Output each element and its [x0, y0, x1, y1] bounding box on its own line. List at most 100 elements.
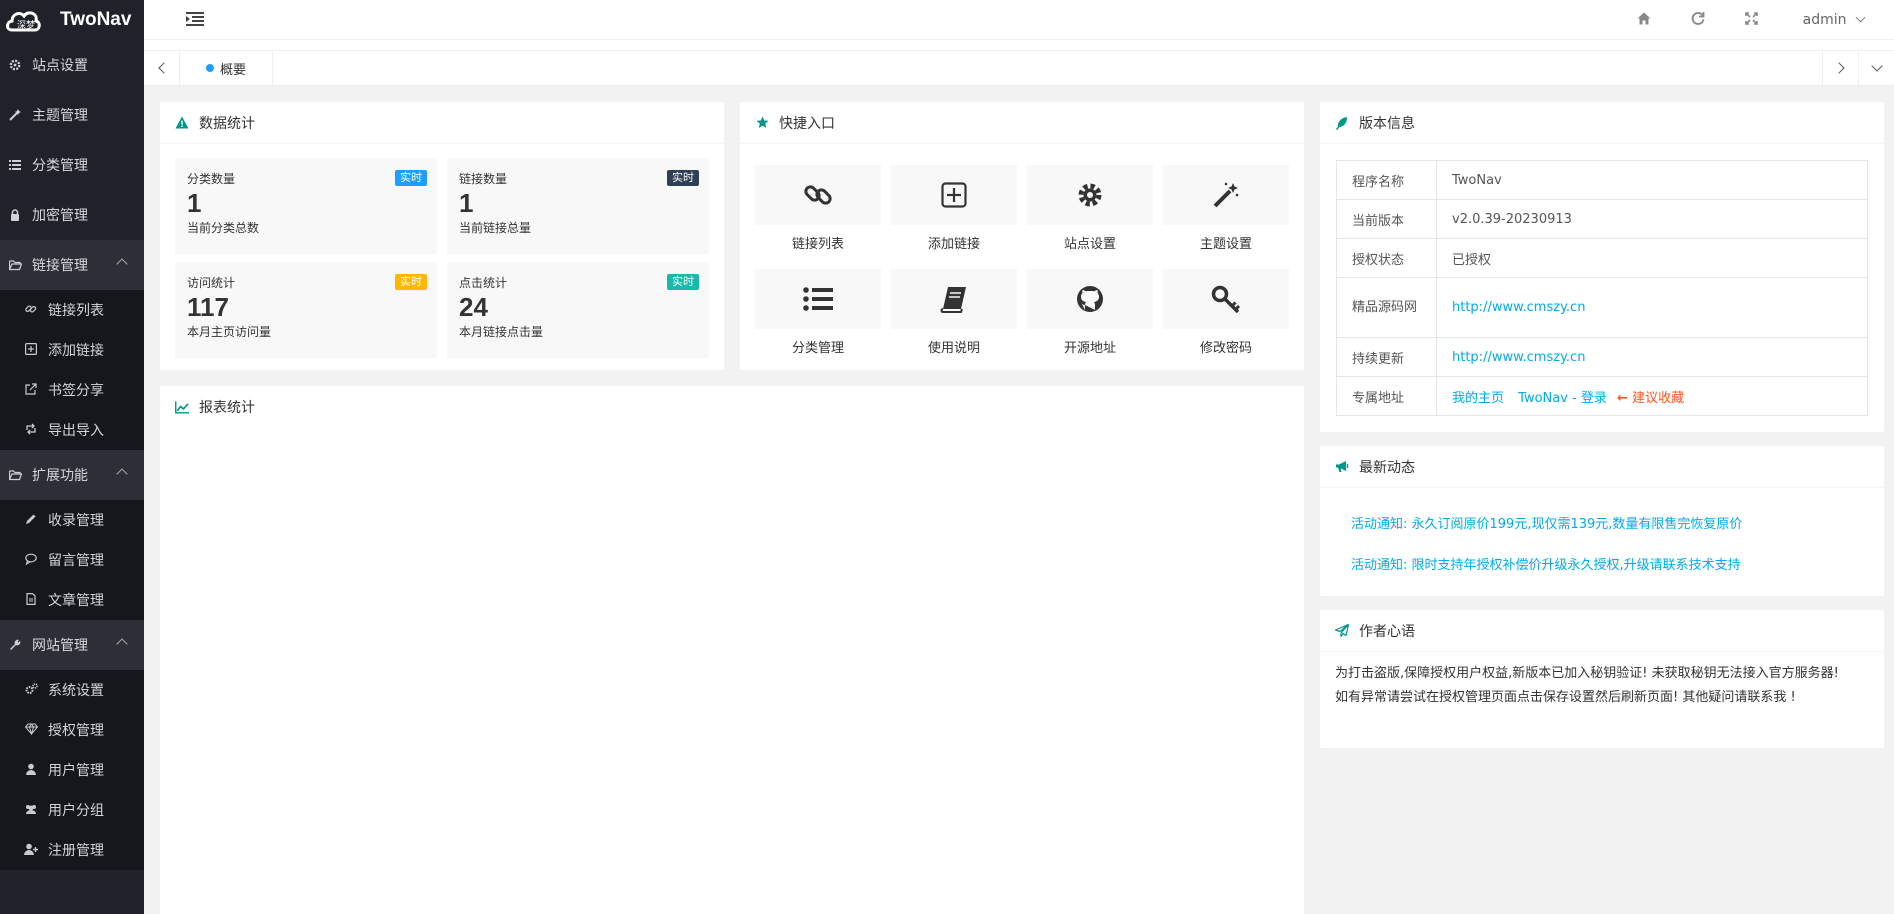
login-link[interactable]: TwoNav - 登录	[1518, 391, 1607, 406]
link-icon	[804, 185, 832, 205]
author-line: 如有异常请尝试在授权管理页面点击保存设置然后刷新页面! 其他疑问请联系我 !	[1335, 690, 1796, 705]
sidebar-item-link-list[interactable]: 链接列表	[0, 290, 144, 330]
link-icon	[24, 303, 38, 318]
sidebar-item-label: 用户管理	[48, 763, 104, 779]
magic-wand-icon	[1213, 182, 1239, 208]
main-content: 数据统计 分类数量 实时 1 当前分类总数 链接数量 实时 1 当前链接总量 访…	[144, 86, 1894, 914]
sidebar-item-category[interactable]: 分类管理	[0, 140, 144, 190]
stat-subtitle: 本月链接点击量	[459, 325, 544, 339]
sidebar-item-label: 系统设置	[48, 683, 104, 699]
sidebar-item-label: 添加链接	[48, 343, 104, 359]
shortcut-label: 站点设置	[1063, 237, 1116, 252]
sidebar-item-encryption[interactable]: 加密管理	[0, 190, 144, 240]
table-row: 当前版本 v2.0.39-20230913	[1336, 199, 1868, 239]
row-value: 已授权	[1436, 238, 1868, 278]
stat-link-count: 链接数量 实时 1 当前链接总量	[447, 158, 709, 254]
card-title: 作者心语	[1359, 623, 1415, 640]
list-icon	[803, 287, 833, 311]
github-icon	[1077, 286, 1103, 312]
sidebar-item-site-settings[interactable]: 站点设置	[0, 40, 144, 90]
tab-overview[interactable]: 概要	[180, 51, 274, 85]
magic-wand-icon	[8, 108, 22, 122]
realtime-badge: 实时	[667, 274, 699, 290]
shortcut-tile	[1027, 269, 1153, 329]
sidebar-item-label: 注册管理	[48, 843, 104, 859]
pencil-icon	[24, 513, 38, 528]
sidebar-item-label: 分类管理	[32, 158, 88, 174]
tabs-prev-button[interactable]	[144, 51, 180, 85]
sidebar-item-license[interactable]: 授权管理	[0, 710, 144, 750]
shortcut-tile	[1163, 165, 1289, 225]
stat-value: 24	[459, 292, 488, 322]
sidebar-item-site-management[interactable]: 网站管理	[0, 620, 144, 670]
shortcut-change-password[interactable]: 修改密码	[1163, 269, 1289, 356]
sidebar-item-label: 网站管理	[32, 638, 88, 654]
diamond-icon	[24, 722, 38, 738]
table-row: 精品源码网 http://www.cmszy.cn	[1336, 277, 1868, 338]
author-message: 为打击盗版,保障授权用户权益,新版本已加入秘钥验证! 未获取秘钥无法接入官方服务…	[1335, 662, 1863, 710]
shortcut-label: 分类管理	[791, 341, 844, 356]
shortcut-theme-settings[interactable]: 主题设置	[1163, 165, 1289, 252]
fullscreen-icon[interactable]	[1725, 11, 1779, 29]
sidebar-item-collect[interactable]: 收录管理	[0, 500, 144, 540]
sidebar-item-system-settings[interactable]: 系统设置	[0, 670, 144, 710]
folder-open-icon	[8, 468, 22, 482]
shortcut-link-list[interactable]: 链接列表	[755, 165, 881, 252]
sidebar-item-articles[interactable]: 文章管理	[0, 580, 144, 620]
table-row: 授权状态 已授权	[1336, 238, 1868, 278]
table-row: 专属地址 我的主页 TwoNav - 登录 ← 建议收藏	[1336, 376, 1868, 416]
shortcut-label: 修改密码	[1199, 341, 1252, 356]
home-icon[interactable]	[1617, 12, 1671, 29]
sidebar-item-registration[interactable]: 注册管理	[0, 830, 144, 870]
stat-value: 1	[459, 188, 474, 218]
chevron-right-icon	[1832, 62, 1845, 74]
sidebar-item-users[interactable]: 用户管理	[0, 750, 144, 790]
sidebar-item-messages[interactable]: 留言管理	[0, 540, 144, 580]
news-card: 最新动态 活动通知: 永久订阅原价199元,现仅需139元,数量有限售完恢复原价…	[1320, 446, 1884, 596]
source-site-link[interactable]: http://www.cmszy.cn	[1452, 300, 1585, 315]
sidebar-item-add-link[interactable]: 添加链接	[0, 330, 144, 370]
sidebar-submenu-site: 系统设置 授权管理 用户管理 用户分组 注册管理	[0, 670, 144, 870]
shortcut-github[interactable]: 开源地址	[1027, 269, 1153, 356]
realtime-badge: 实时	[395, 170, 427, 186]
sidebar-item-bookmark-share[interactable]: 书签分享	[0, 370, 144, 410]
sidebar-item-links[interactable]: 链接管理	[0, 240, 144, 290]
page-tabs: 概要	[144, 50, 1894, 86]
card-title: 版本信息	[1359, 115, 1415, 132]
shortcut-site-settings[interactable]: 站点设置	[1027, 165, 1153, 252]
sidebar-item-label: 链接管理	[32, 258, 88, 274]
leaf-icon	[1335, 116, 1349, 130]
sidebar-item-extensions[interactable]: 扩展功能	[0, 450, 144, 500]
sidebar-item-theme[interactable]: 主题管理	[0, 90, 144, 140]
shortcut-tile	[1163, 269, 1289, 329]
news-item[interactable]: 活动通知: 限时支持年授权补偿价升级永久授权,升级请联系技术支持	[1351, 554, 1741, 573]
row-key: 持续更新	[1336, 337, 1437, 377]
logo[interactable]: 深梦 TwoNav	[0, 0, 144, 40]
card-header: 报表统计	[160, 386, 1304, 428]
user-plus-icon	[24, 843, 38, 858]
shortcut-label: 使用说明	[927, 341, 980, 356]
shortcut-manual[interactable]: 使用说明	[891, 269, 1017, 356]
update-link[interactable]: http://www.cmszy.cn	[1452, 350, 1585, 365]
row-key: 专属地址	[1336, 376, 1437, 416]
shortcut-add-link[interactable]: 添加链接	[891, 165, 1017, 252]
bookmark-link[interactable]: ← 建议收藏	[1617, 391, 1684, 406]
shortcut-category[interactable]: 分类管理	[755, 269, 881, 356]
user-menu[interactable]: admin	[1779, 12, 1894, 28]
chevron-down-icon	[1855, 12, 1866, 23]
menu-toggle-icon[interactable]	[186, 11, 204, 27]
tabs-next-button[interactable]	[1822, 51, 1858, 85]
stat-value: 117	[187, 292, 229, 322]
news-item[interactable]: 活动通知: 永久订阅原价199元,现仅需139元,数量有限售完恢复原价	[1351, 513, 1742, 532]
sidebar-item-label: 链接列表	[48, 303, 104, 319]
card-title: 快捷入口	[779, 115, 835, 132]
shortcut-label: 开源地址	[1063, 341, 1116, 356]
retweet-icon	[24, 423, 38, 438]
tabs-menu-button[interactable]	[1858, 51, 1894, 85]
sidebar-item-import-export[interactable]: 导出导入	[0, 410, 144, 450]
stat-title: 链接数量	[459, 172, 508, 186]
sidebar-item-user-groups[interactable]: 用户分组	[0, 790, 144, 830]
my-homepage-link[interactable]: 我的主页	[1452, 391, 1504, 406]
refresh-icon[interactable]	[1671, 11, 1725, 29]
shortcut-label: 添加链接	[927, 237, 980, 252]
